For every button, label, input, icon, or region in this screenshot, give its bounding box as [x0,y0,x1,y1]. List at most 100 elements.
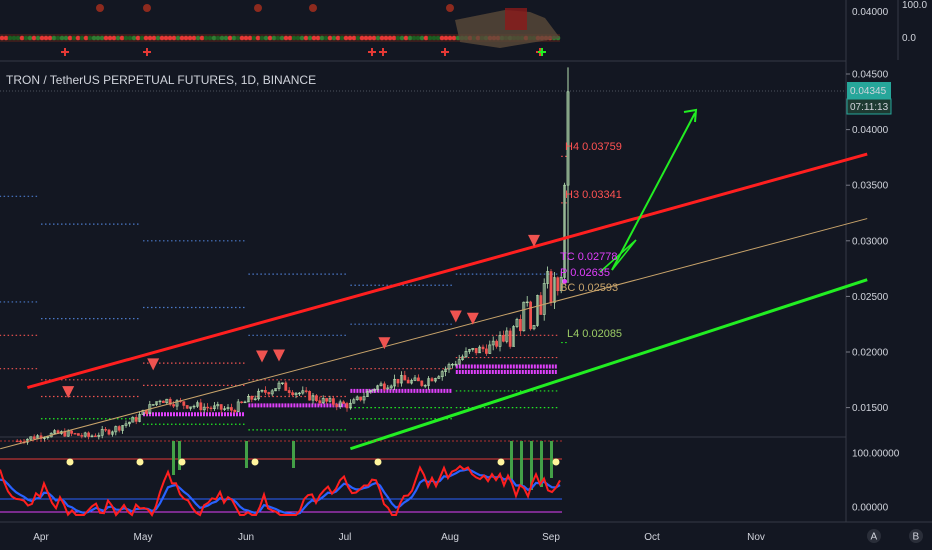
signal-strip-dot [355,35,361,41]
signal-strip-dot [379,35,385,41]
time-tick-label: Jul [339,532,352,543]
signal-strip-dot [107,35,113,41]
candle-body [134,416,138,422]
signal-strip-dot [363,35,369,41]
signal-strip-dot [403,35,409,41]
osc-histogram-bar [510,441,513,480]
signal-strip-dot [247,35,253,41]
signal-strip-dot [347,35,353,41]
candle-body [342,401,346,404]
candle-body [145,410,148,414]
candle-body [325,398,329,402]
signal-strip-dot [351,35,357,41]
signal-strip-dot [447,35,453,41]
trading-chart[interactable]: TRON / TetherUS PERPETUAL FUTURES, 1D, B… [0,0,932,550]
signal-strip-dot [115,35,121,41]
signal-strip-dot [439,35,445,41]
time-tick-label: Apr [33,532,49,543]
candle-body [556,277,560,292]
candle [107,428,111,436]
signal-strip-dot [315,35,321,41]
signal-strip-dot [227,35,233,41]
candle-body [474,348,478,354]
candle-body [94,435,97,438]
top-signal-dot [96,4,104,12]
signal-strip-dot [3,35,9,41]
signal-strip-dot [171,35,177,41]
pivot-label-h3: H3 0.03341 [565,189,622,201]
candle-body [107,429,111,435]
top-signal-dot [446,4,454,12]
osc-histogram-bar [550,441,553,478]
signal-strip-dot [175,35,181,41]
candle-body [481,346,485,350]
signal-strip-dot [271,35,277,41]
osc-histogram-bar [172,441,175,475]
price-tick-label: 0.03500 [852,181,889,192]
signal-strip-dot [343,35,349,41]
signal-strip-dot [299,35,305,41]
top-cloud-block [505,8,527,30]
signal-strip-dot [11,35,17,41]
signal-strip-dot [159,35,165,41]
top-panel-right-tick-label: 0.0 [902,33,916,44]
candle-body [345,403,349,409]
signal-strip-dot [199,35,205,41]
pivot-label-p: P 0.02635 [560,267,610,279]
signal-strip-dot [255,35,261,41]
signal-strip-dot [259,35,265,41]
signal-strip-dot [47,35,53,41]
auto-scale-label: A [871,532,878,543]
candle-body [185,405,189,409]
signal-strip-dot [83,35,89,41]
signal-strip-dot [263,35,269,41]
signal-strip-dot [211,35,217,41]
auto-scale-button[interactable]: A [867,529,881,543]
candle [529,300,533,331]
candle-body [287,390,291,393]
pivot-label-l4: L4 0.02085 [567,328,622,340]
candle [73,432,77,435]
signal-strip-dot [243,35,249,41]
signal-strip-dot [43,35,49,41]
pivot-label-tc: TC 0.02778 [560,251,617,263]
candle-body [209,407,213,410]
candle-body [529,301,533,330]
candle-body [314,395,318,401]
candle-body [206,406,210,409]
signal-strip-dot [19,35,25,41]
signal-strip-dot [319,35,325,41]
oscillator-tick-label: 100.00000 [852,449,900,460]
candle-body [335,404,339,407]
signal-strip-dot [215,35,221,41]
signal-strip-dot [331,35,337,41]
candle-body [284,382,288,391]
pivot-label-h4: H4 0.03759 [565,141,622,153]
signal-strip-dot [235,35,241,41]
osc-histogram-bar [178,441,181,470]
osc-histogram-bar [292,441,295,468]
signal-strip-dot [267,35,273,41]
signal-strip-dot [283,35,289,41]
signal-strip-dot [359,35,365,41]
signal-strip-dot [387,35,393,41]
top-panel-right-tick-label: 100.0 [902,0,927,11]
candle [508,328,512,349]
osc-overbought-dot [497,458,505,466]
time-tick-label: May [134,532,153,543]
candle-body [117,426,121,431]
settings-b-button[interactable]: B [909,529,923,543]
candle-body [263,390,267,393]
signal-strip-dot [375,35,381,41]
price-tick-label: 0.02000 [852,348,889,359]
current-price-label: 0.04345 [850,86,887,97]
signal-strip-dot [91,35,97,41]
osc-overbought-dot [251,458,259,466]
candle-body [73,433,77,435]
candle-body [291,392,295,396]
time-tick-label: Jun [238,532,254,543]
signal-strip-dot [303,35,309,41]
signal-strip-dot [291,35,297,41]
top-signal-dot [309,4,317,12]
signal-strip-dot [71,35,77,41]
